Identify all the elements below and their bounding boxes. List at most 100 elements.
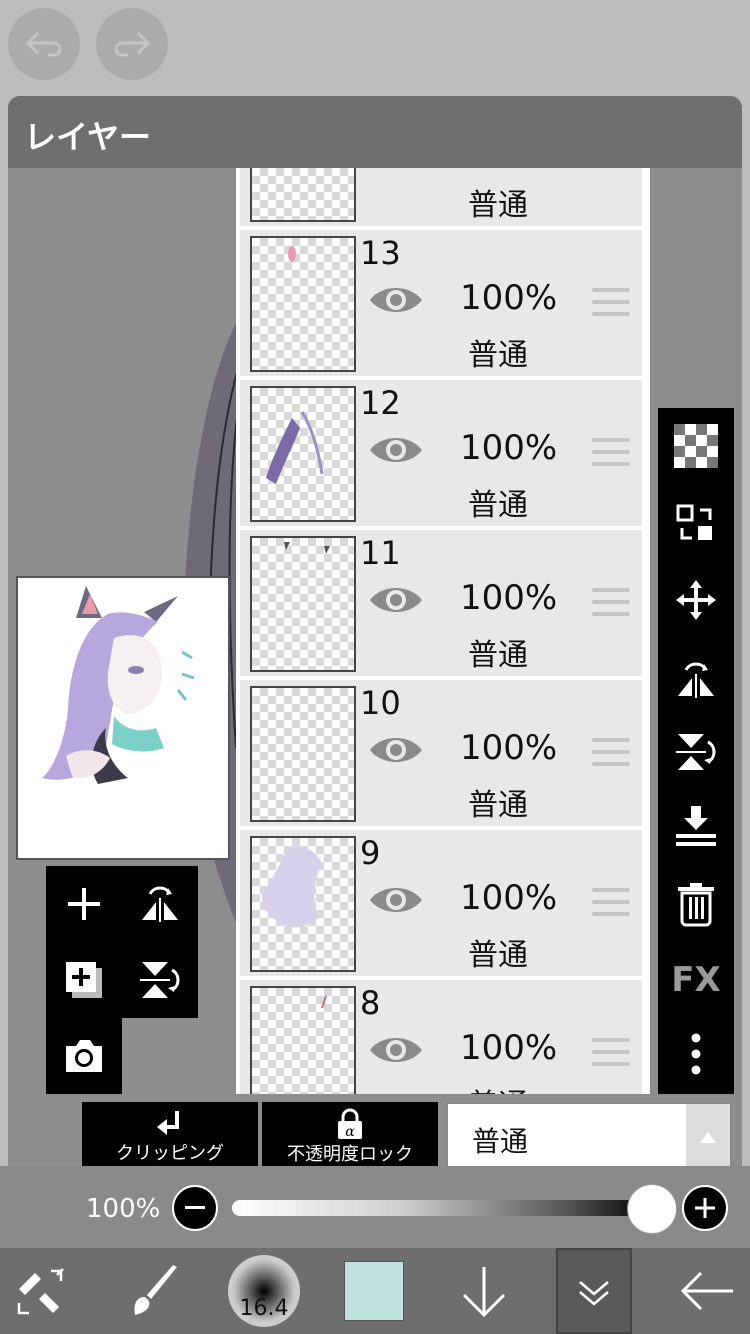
layer-opacity: 100% (460, 428, 558, 468)
drag-handle-icon[interactable] (592, 588, 630, 620)
layer-list[interactable]: 普通 13 100% 普通 12 100% 普通 11 100% 普通 10 1… (236, 168, 650, 1094)
flip-horizontal-icon[interactable] (670, 654, 722, 706)
layer-thumbnail (250, 686, 356, 822)
opacity-slider-thumb[interactable] (627, 1184, 677, 1234)
clipping-icon (157, 1111, 179, 1135)
layer-name: 8 (360, 984, 381, 1022)
add-copy-button[interactable] (46, 942, 122, 1018)
collapse-icon (579, 1281, 609, 1306)
plus-icon (695, 1198, 715, 1218)
drag-handle-icon[interactable] (592, 1038, 630, 1070)
layer-blend-mode: 普通 (468, 338, 528, 373)
panel-title: レイヤー (24, 118, 152, 156)
add-copy-icon (66, 962, 102, 998)
layer-blend-mode: 普通 (468, 188, 528, 223)
back-button[interactable] (664, 1248, 750, 1334)
merge-down-icon[interactable] (670, 800, 722, 852)
flip-vertical-icon[interactable] (670, 726, 722, 778)
visibility-eye-icon[interactable] (368, 280, 424, 320)
opacity-decrease-button[interactable] (172, 1185, 218, 1231)
move-icon[interactable] (670, 574, 722, 626)
layer-blend-mode: 普通 (468, 638, 528, 673)
layer-name: 13 (360, 234, 401, 272)
layer-row[interactable]: 11 100% 普通 (240, 530, 642, 680)
lock-icon: α (338, 1108, 362, 1140)
visibility-eye-icon[interactable] (368, 1030, 424, 1070)
drag-handle-icon[interactable] (592, 438, 630, 470)
opacity-value: 100% (86, 1194, 161, 1224)
layer-opacity: 100% (460, 1028, 558, 1068)
transparency-icon[interactable] (670, 420, 722, 472)
flip-h-button[interactable] (122, 866, 198, 942)
collapse-panel-button[interactable] (556, 1248, 632, 1334)
opacity-slider-track[interactable] (232, 1200, 652, 1216)
visibility-eye-icon[interactable] (368, 730, 424, 770)
drag-handle-icon[interactable] (592, 738, 630, 770)
trash-icon[interactable] (670, 878, 722, 930)
redo-icon (114, 31, 151, 57)
clipping-button[interactable]: クリッピング (82, 1102, 258, 1172)
brush-size-icon: 16.4 (228, 1255, 300, 1327)
color-swatch (344, 1261, 404, 1321)
layer-row[interactable]: 9 100% 普通 (240, 830, 642, 980)
layer-name: 12 (360, 384, 401, 422)
layer-opacity: 100% (460, 578, 558, 618)
fx-icon[interactable]: FX (670, 954, 722, 1006)
layer-thumbnail (250, 836, 356, 972)
right-toolbar: FX (658, 408, 734, 1094)
layer-opacity: 100% (460, 278, 558, 318)
layer-row[interactable]: 13 100% 普通 (240, 230, 642, 380)
preview-artwork (42, 586, 195, 784)
alpha-lock-label: 不透明度ロック (287, 1144, 413, 1165)
clipping-label: クリッピング (116, 1143, 224, 1164)
camera-button[interactable] (46, 1018, 122, 1094)
svg-text:α: α (345, 1124, 355, 1140)
canvas-preview[interactable] (16, 576, 230, 860)
visibility-eye-icon[interactable] (368, 880, 424, 920)
left-tools (46, 866, 198, 1094)
layer-name: 9 (360, 834, 381, 872)
more-icon[interactable] (670, 1028, 722, 1080)
brush-tool-button[interactable] (112, 1248, 198, 1334)
panel-header: レイヤー (8, 96, 742, 168)
flip-h-icon (142, 886, 178, 922)
undo-icon (25, 31, 62, 57)
undo-button[interactable] (8, 8, 80, 80)
brush-size-value: 16.4 (239, 1296, 289, 1321)
layer-row[interactable]: 8 100% 普通 (240, 980, 642, 1094)
drag-handle-icon[interactable] (592, 888, 630, 920)
layer-opacity: 100% (460, 728, 558, 768)
blend-mode-select[interactable]: 普通 (446, 1102, 732, 1172)
layer-thumbnail (250, 168, 356, 222)
swap-icon[interactable] (670, 498, 722, 550)
brush-size-button[interactable]: 16.4 (226, 1248, 302, 1334)
flip-v-icon (140, 962, 180, 998)
layer-thumbnail (250, 986, 356, 1094)
layer-row[interactable]: 10 100% 普通 (240, 680, 642, 830)
transform-tool-button[interactable] (0, 1248, 86, 1334)
camera-icon (66, 1040, 102, 1072)
redo-button[interactable] (96, 8, 168, 80)
visibility-eye-icon[interactable] (368, 430, 424, 470)
layer-name: 10 (360, 684, 401, 722)
drag-handle-icon[interactable] (592, 288, 630, 320)
alpha-lock-button[interactable]: α 不透明度ロック (262, 1102, 438, 1172)
add-layer-icon (68, 888, 100, 920)
transform-icon (17, 1268, 64, 1315)
layer-blend-mode: 普通 (468, 938, 528, 973)
layer-row[interactable]: 12 100% 普通 (240, 380, 642, 530)
brush-icon (134, 1265, 177, 1315)
opacity-increase-button[interactable] (682, 1185, 728, 1231)
layer-name: 11 (360, 534, 401, 572)
back-icon (680, 1271, 733, 1311)
add-layer-button[interactable] (46, 866, 122, 942)
layer-opacity: 100% (460, 878, 558, 918)
bottom-toolbar: 16.4 (0, 1248, 750, 1334)
select-arrow-icon[interactable] (686, 1104, 730, 1170)
color-button[interactable] (334, 1248, 414, 1334)
layer-down-button[interactable] (446, 1248, 522, 1334)
visibility-eye-icon[interactable] (368, 580, 424, 620)
layer-row[interactable]: 普通 (240, 168, 642, 230)
flip-v-button[interactable] (122, 942, 198, 1018)
layer-blend-mode: 普通 (468, 1080, 528, 1094)
